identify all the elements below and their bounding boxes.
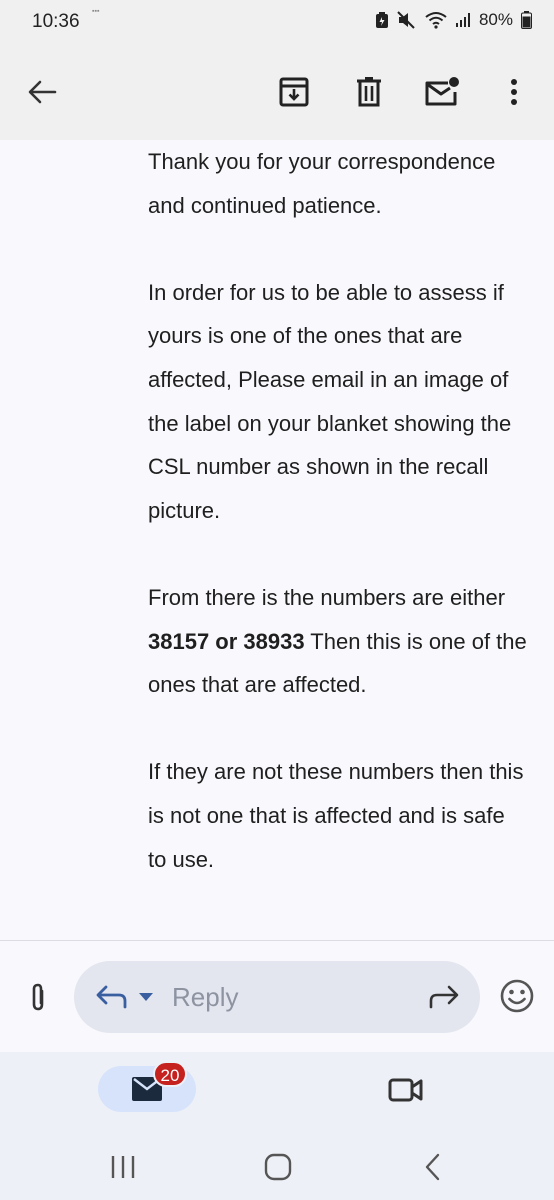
notification-dot: ▪▪▪ bbox=[92, 8, 100, 15]
unread-count-badge: 20 bbox=[153, 1061, 187, 1087]
meet-video-icon[interactable] bbox=[386, 1074, 426, 1106]
reply-icon bbox=[96, 985, 127, 1009]
forward-icon[interactable] bbox=[428, 983, 460, 1011]
email-paragraph-4: If they are not these numbers then this … bbox=[148, 759, 524, 872]
email-paragraph-2: In order for us to be able to assess if … bbox=[148, 279, 512, 523]
system-navigation-bar bbox=[0, 1140, 554, 1200]
status-bar: 10:36 ▪▪▪ 80% bbox=[0, 0, 554, 46]
email-paragraph-1: Thank you for your correspondence and co… bbox=[148, 149, 496, 218]
archive-button[interactable] bbox=[276, 74, 312, 110]
battery-icon bbox=[521, 11, 532, 29]
bottom-navigation: 20 bbox=[0, 1052, 554, 1140]
mark-unread-icon bbox=[425, 77, 459, 106]
delete-button[interactable] bbox=[351, 74, 387, 110]
reply-button[interactable]: Reply bbox=[74, 961, 480, 1033]
email-paragraph-3: From there is the numbers are either 381… bbox=[148, 576, 528, 707]
signal-icon bbox=[455, 12, 471, 28]
more-options-button[interactable] bbox=[496, 74, 532, 110]
attachment-icon bbox=[32, 983, 44, 1011]
email-body-container: Thank you for your correspondence and co… bbox=[0, 140, 554, 940]
archive-icon bbox=[279, 77, 309, 107]
csl-numbers: 38157 or 38933 bbox=[148, 628, 305, 654]
email-toolbar bbox=[0, 46, 554, 140]
delete-icon bbox=[357, 77, 381, 107]
status-icons: 80% bbox=[375, 10, 532, 30]
system-back-icon[interactable] bbox=[418, 1152, 450, 1182]
battery-percent: 80% bbox=[478, 10, 513, 29]
back-arrow-icon bbox=[28, 80, 57, 104]
emoji-react-icon[interactable] bbox=[500, 979, 534, 1013]
mark-unread-button[interactable] bbox=[424, 74, 460, 110]
attach-button[interactable] bbox=[24, 979, 52, 1015]
wifi-icon bbox=[425, 11, 447, 29]
status-time: 10:36 bbox=[32, 11, 80, 32]
back-button[interactable] bbox=[24, 74, 60, 110]
paragraph-3-start: From there is the numbers are either bbox=[148, 584, 506, 610]
chevron-down-icon[interactable] bbox=[138, 992, 154, 1002]
mute-icon bbox=[397, 11, 417, 29]
recent-apps-icon[interactable] bbox=[107, 1152, 139, 1182]
reply-label: Reply bbox=[172, 982, 239, 1012]
battery-saver-icon bbox=[375, 11, 389, 29]
more-vert-icon bbox=[511, 79, 517, 105]
home-icon[interactable] bbox=[262, 1152, 294, 1182]
reply-area: Reply bbox=[0, 941, 554, 1052]
mail-tab[interactable]: 20 bbox=[98, 1061, 196, 1112]
email-body: Thank you for your correspondence and co… bbox=[148, 140, 528, 925]
